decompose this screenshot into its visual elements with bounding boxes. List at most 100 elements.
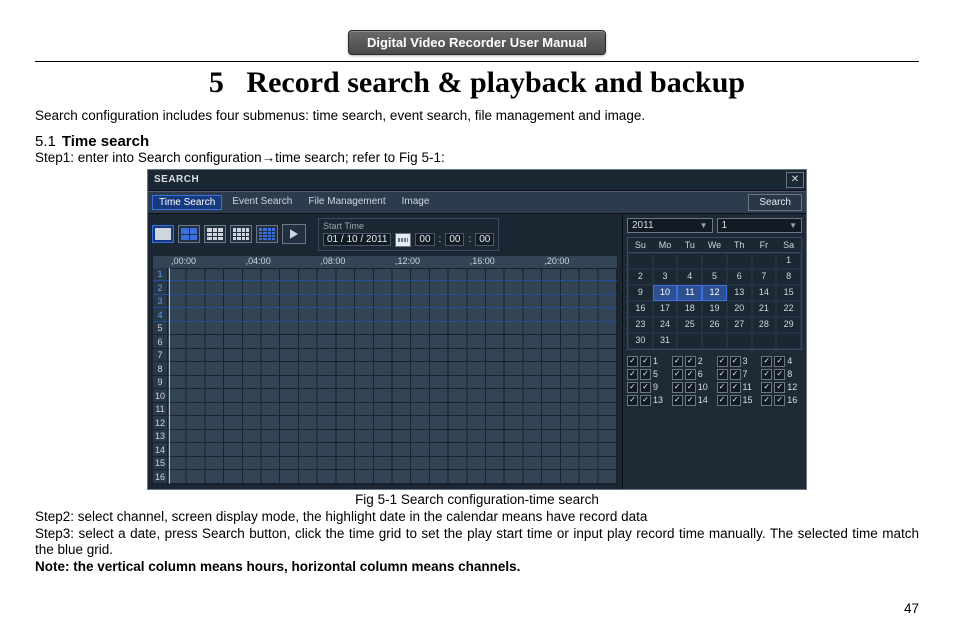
calendar-day[interactable]: 17	[653, 301, 678, 317]
timeline-cells[interactable]	[168, 376, 617, 389]
timeline-cells[interactable]	[168, 389, 617, 402]
tab-file-management[interactable]: File Management	[302, 195, 391, 210]
timeline-cells[interactable]	[168, 470, 617, 483]
timeline-cells[interactable]	[168, 281, 617, 294]
year-select[interactable]: 2011 ▼	[627, 218, 713, 233]
tab-time-search[interactable]: Time Search	[152, 195, 222, 210]
timeline-row[interactable]: 9	[153, 376, 617, 390]
channel-master-checkbox[interactable]: ✓	[761, 382, 772, 393]
channel-master-checkbox[interactable]: ✓	[627, 382, 638, 393]
timeline-cells[interactable]	[168, 403, 617, 416]
tab-event-search[interactable]: Event Search	[226, 195, 298, 210]
timeline-row[interactable]: 12	[153, 416, 617, 430]
viewmode-9[interactable]	[204, 225, 226, 243]
channel-master-checkbox[interactable]: ✓	[672, 356, 683, 367]
timeline-row[interactable]: 15	[153, 457, 617, 471]
tab-image[interactable]: Image	[396, 195, 436, 210]
channel-checkbox[interactable]: ✓	[774, 369, 785, 380]
timeline-row[interactable]: 6	[153, 335, 617, 349]
calendar-day[interactable]: 7	[752, 269, 777, 285]
channel-checkbox[interactable]: ✓	[685, 382, 696, 393]
calendar-day[interactable]: 3	[653, 269, 678, 285]
close-button[interactable]: ✕	[786, 172, 804, 188]
channel-master-checkbox[interactable]: ✓	[717, 356, 728, 367]
channel-master-checkbox[interactable]: ✓	[672, 382, 683, 393]
timeline-row[interactable]: 10	[153, 389, 617, 403]
channel-master-checkbox[interactable]: ✓	[761, 395, 772, 406]
channel-master-checkbox[interactable]: ✓	[717, 369, 728, 380]
channel-master-checkbox[interactable]: ✓	[627, 395, 638, 406]
calendar-day[interactable]: 21	[752, 301, 777, 317]
calendar-day[interactable]: 30	[628, 333, 653, 349]
calendar-day[interactable]: 5	[702, 269, 727, 285]
calendar-day[interactable]: 24	[653, 317, 678, 333]
channel-checkbox[interactable]: ✓	[640, 356, 651, 367]
timeline-cells[interactable]	[168, 268, 617, 281]
timeline-row[interactable]: 3	[153, 295, 617, 309]
calendar-day[interactable]: 19	[702, 301, 727, 317]
channel-checkbox[interactable]: ✓	[730, 395, 741, 406]
calendar-day[interactable]: 23	[628, 317, 653, 333]
timeline-cells[interactable]	[168, 443, 617, 456]
channel-checkbox[interactable]: ✓	[640, 369, 651, 380]
timeline-cells[interactable]	[168, 416, 617, 429]
channel-checkbox[interactable]: ✓	[774, 382, 785, 393]
channel-master-checkbox[interactable]: ✓	[627, 356, 638, 367]
timeline-cells[interactable]	[168, 349, 617, 362]
timeline-row[interactable]: 4	[153, 308, 617, 322]
channel-master-checkbox[interactable]: ✓	[672, 395, 683, 406]
channel-master-checkbox[interactable]: ✓	[672, 369, 683, 380]
calendar-day[interactable]: 28	[752, 317, 777, 333]
channel-master-checkbox[interactable]: ✓	[761, 369, 772, 380]
month-select[interactable]: 1 ▼	[717, 218, 803, 233]
channel-checkbox[interactable]: ✓	[774, 356, 785, 367]
channel-checkbox[interactable]: ✓	[685, 356, 696, 367]
calendar-day[interactable]: 25	[677, 317, 702, 333]
time-s-field[interactable]: 00	[475, 233, 494, 246]
time-h-field[interactable]: 00	[415, 233, 434, 246]
calendar-day[interactable]: 11	[677, 285, 702, 301]
channel-checkbox[interactable]: ✓	[685, 369, 696, 380]
calendar-day[interactable]: 2	[628, 269, 653, 285]
calendar-day[interactable]: 13	[727, 285, 752, 301]
channel-checkbox[interactable]: ✓	[730, 356, 741, 367]
timeline-cells[interactable]	[168, 335, 617, 348]
calendar-day[interactable]: 8	[776, 269, 801, 285]
channel-master-checkbox[interactable]: ✓	[717, 382, 728, 393]
timeline-grid[interactable]: ,00:00 ,04:00 ,08:00 ,12:00 ,16:00 ,20:0…	[152, 255, 618, 485]
calendar-day[interactable]: 22	[776, 301, 801, 317]
play-button[interactable]	[282, 224, 306, 244]
viewmode-4[interactable]	[178, 225, 200, 243]
calendar-day[interactable]: 20	[727, 301, 752, 317]
calendar-day[interactable]: 4	[677, 269, 702, 285]
timeline-row[interactable]: 5	[153, 322, 617, 336]
viewmode-1[interactable]	[152, 225, 174, 243]
channel-master-checkbox[interactable]: ✓	[627, 369, 638, 380]
timeline-row[interactable]: 1	[153, 268, 617, 282]
timeline-row[interactable]: 7	[153, 349, 617, 363]
calendar-day[interactable]: 10	[653, 285, 678, 301]
channel-master-checkbox[interactable]: ✓	[717, 395, 728, 406]
calendar-day[interactable]: 26	[702, 317, 727, 333]
timeline-row[interactable]: 14	[153, 443, 617, 457]
calendar-day[interactable]: 9	[628, 285, 653, 301]
channel-checkbox[interactable]: ✓	[730, 369, 741, 380]
calendar-day[interactable]: 31	[653, 333, 678, 349]
time-m-field[interactable]: 00	[445, 233, 464, 246]
calendar-day[interactable]: 6	[727, 269, 752, 285]
calendar-day[interactable]: 14	[752, 285, 777, 301]
date-field[interactable]: 01 / 10 / 2011	[323, 233, 391, 246]
timeline-cells[interactable]	[168, 457, 617, 470]
calendar-day[interactable]: 16	[628, 301, 653, 317]
search-button[interactable]: Search	[748, 194, 802, 211]
channel-checkbox[interactable]: ✓	[640, 382, 651, 393]
channel-checkbox[interactable]: ✓	[685, 395, 696, 406]
viewmode-16[interactable]	[256, 225, 278, 243]
timeline-row[interactable]: 13	[153, 430, 617, 444]
play-cursor[interactable]	[169, 268, 170, 484]
timeline-cells[interactable]	[168, 430, 617, 443]
timeline-row[interactable]: 2	[153, 281, 617, 295]
calendar-icon[interactable]	[395, 233, 411, 247]
timeline-cells[interactable]	[168, 308, 617, 321]
timeline-row[interactable]: 16	[153, 470, 617, 484]
